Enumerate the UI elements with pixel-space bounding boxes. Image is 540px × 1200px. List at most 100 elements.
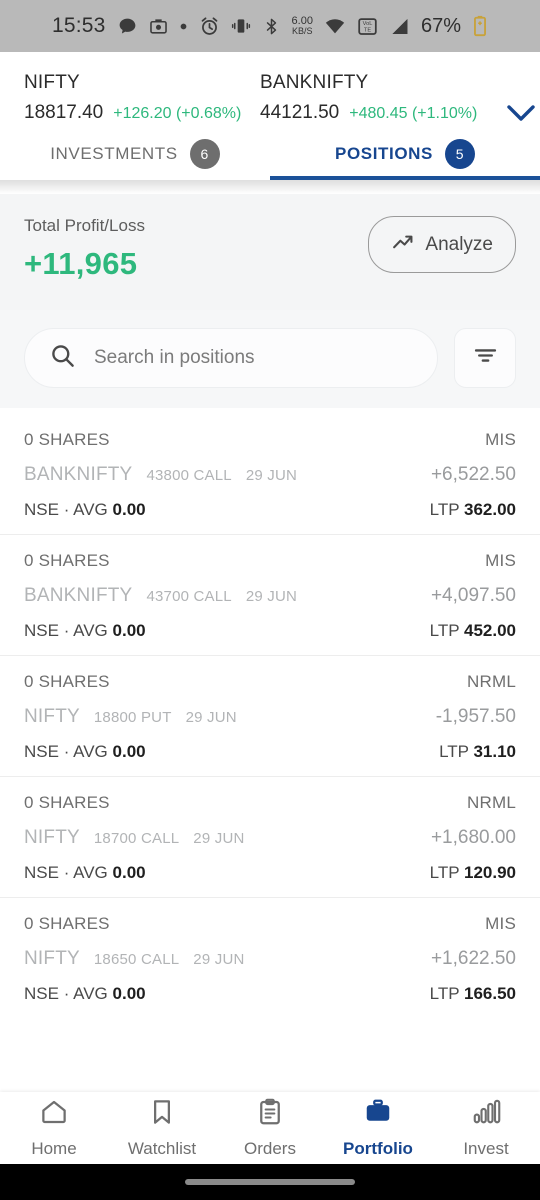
bottom-navigation: Home Watchlist Orders Portfolio Invest <box>0 1092 540 1164</box>
position-pnl: +1,622.50 <box>430 948 516 969</box>
position-pnl: -1,957.50 <box>435 706 516 727</box>
position-product-type: NRML <box>467 672 516 691</box>
index-name: BANKNIFTY <box>260 72 369 93</box>
position-avg-info: NSE · AVG 0.00 <box>24 742 146 761</box>
position-quantity: 0 SHARES <box>24 793 110 812</box>
signal-icon <box>389 16 410 37</box>
chat-icon <box>117 16 138 37</box>
search-placeholder: Search in positions <box>94 347 255 368</box>
nav-item-home[interactable]: Home <box>0 1097 108 1159</box>
analyze-button[interactable]: Analyze <box>368 216 516 273</box>
position-strike: 43800 CALL <box>146 467 232 484</box>
position-product-type: MIS <box>485 430 516 449</box>
home-icon <box>39 1097 69 1132</box>
nav-label: Orders <box>244 1139 296 1158</box>
position-symbol: NIFTY <box>24 706 80 727</box>
position-quantity: 0 SHARES <box>24 914 110 933</box>
position-row[interactable]: 0 SHARES MIS BANKNIFTY 43700 CALL 29 JUN… <box>0 535 540 656</box>
position-product-type: MIS <box>485 551 516 570</box>
position-symbol: NIFTY <box>24 948 80 969</box>
bookmark-icon <box>147 1097 177 1132</box>
position-ltp: LTP 31.10 <box>439 742 516 761</box>
tab-label: POSITIONS <box>335 144 433 163</box>
position-ltp: LTP 166.50 <box>429 984 516 1003</box>
nav-item-orders[interactable]: Orders <box>216 1097 324 1159</box>
index-change: +480.45 (+1.10%) <box>349 105 478 122</box>
position-pnl: +4,097.50 <box>430 585 516 606</box>
position-pnl: +1,680.00 <box>430 827 516 848</box>
search-section: Search in positions <box>0 310 540 408</box>
total-pnl-label: Total Profit/Loss <box>24 216 145 235</box>
filter-button[interactable] <box>454 328 516 388</box>
battery-charging-icon <box>472 15 488 37</box>
index-nifty[interactable]: NIFTY 18817.40 +126.20 (+0.68%) <box>24 72 260 124</box>
position-expiry: 29 JUN <box>193 830 245 847</box>
position-expiry: 29 JUN <box>245 467 298 484</box>
index-change: +126.20 (+0.68%) <box>113 105 242 122</box>
tab-label: INVESTMENTS <box>50 144 178 163</box>
index-price: 44121.50 <box>260 102 340 123</box>
bluetooth-icon <box>262 17 281 36</box>
index-banknifty[interactable]: BANKNIFTY 44121.50 +480.45 (+1.10%) <box>260 72 496 124</box>
position-pnl: +6,522.50 <box>430 464 516 485</box>
tab-investments[interactable]: INVESTMENTS 6 <box>0 128 270 180</box>
position-avg-info: NSE · AVG 0.00 <box>24 621 146 640</box>
total-pnl-value: +11,965 <box>24 246 138 281</box>
position-row[interactable]: 0 SHARES MIS NIFTY 18650 CALL 29 JUN +1,… <box>0 898 540 1018</box>
list-fade-overlay <box>0 1046 540 1092</box>
total-pnl-section: Total Profit/Loss +11,965 Analyze <box>0 194 540 310</box>
gesture-pill[interactable] <box>185 1179 355 1185</box>
nav-item-watchlist[interactable]: Watchlist <box>108 1097 216 1159</box>
index-name: NIFTY <box>24 72 80 93</box>
briefcase-icon <box>363 1097 393 1132</box>
tab-positions[interactable]: POSITIONS 5 <box>270 128 540 180</box>
position-row[interactable]: 0 SHARES MIS BANKNIFTY 43800 CALL 29 JUN… <box>0 414 540 535</box>
filter-icon <box>472 342 499 374</box>
position-row[interactable]: 0 SHARES NRML NIFTY 18800 PUT 29 JUN -1,… <box>0 656 540 777</box>
position-row[interactable]: 0 SHARES NRML NIFTY 18700 CALL 29 JUN +1… <box>0 777 540 898</box>
bar-chart-icon <box>471 1097 501 1132</box>
app-screen: 15:53 6.00 KB/S VoL TE 67% NIFTY 18817.4… <box>0 0 540 1200</box>
nav-item-invest[interactable]: Invest <box>432 1097 540 1159</box>
search-icon <box>49 342 76 374</box>
portfolio-tabs: INVESTMENTS 6 POSITIONS 5 <box>0 128 540 180</box>
network-speed-indicator: 6.00 KB/S <box>291 15 313 37</box>
wifi-icon <box>324 15 346 37</box>
position-symbol: BANKNIFTY <box>24 464 133 485</box>
alarm-icon <box>199 16 220 37</box>
position-product-type: NRML <box>467 793 516 812</box>
search-input[interactable]: Search in positions <box>24 328 438 388</box>
position-product-type: MIS <box>485 914 516 933</box>
position-quantity: 0 SHARES <box>24 551 110 570</box>
position-avg-info: NSE · AVG 0.00 <box>24 863 146 882</box>
nav-label: Portfolio <box>343 1139 413 1158</box>
clipboard-icon <box>255 1097 285 1132</box>
position-ltp: LTP 452.00 <box>429 621 516 640</box>
chevron-down-icon[interactable] <box>502 96 536 130</box>
nav-label: Home <box>31 1139 77 1158</box>
active-tab-indicator <box>270 176 540 180</box>
positions-list: 0 SHARES MIS BANKNIFTY 43800 CALL 29 JUN… <box>0 408 540 1018</box>
camera-icon <box>149 17 168 36</box>
dot-icon <box>179 22 188 31</box>
position-quantity: 0 SHARES <box>24 430 110 449</box>
market-indices-header: NIFTY 18817.40 +126.20 (+0.68%) BANKNIFT… <box>0 52 540 128</box>
position-expiry: 29 JUN <box>193 951 245 968</box>
nav-label: Invest <box>463 1139 509 1158</box>
nav-item-portfolio[interactable]: Portfolio <box>324 1097 432 1159</box>
status-bar: 15:53 6.00 KB/S VoL TE 67% <box>0 0 540 52</box>
status-bar-time: 15:53 <box>51 14 106 37</box>
vibrate-icon <box>231 16 251 36</box>
tab-badge-count: 5 <box>444 139 475 169</box>
svg-text:TE: TE <box>364 27 371 33</box>
volte-icon: VoL TE <box>357 16 378 37</box>
position-avg-info: NSE · AVG 0.00 <box>24 984 146 1003</box>
tab-badge-count: 6 <box>189 139 220 169</box>
index-price: 18817.40 <box>24 102 104 123</box>
analyze-button-label: Analyze <box>425 233 493 255</box>
position-strike: 43700 CALL <box>146 588 232 605</box>
position-expiry: 29 JUN <box>245 588 298 605</box>
position-expiry: 29 JUN <box>185 709 237 726</box>
trending-up-icon <box>391 229 416 260</box>
gesture-navigation-bar <box>0 1164 540 1200</box>
